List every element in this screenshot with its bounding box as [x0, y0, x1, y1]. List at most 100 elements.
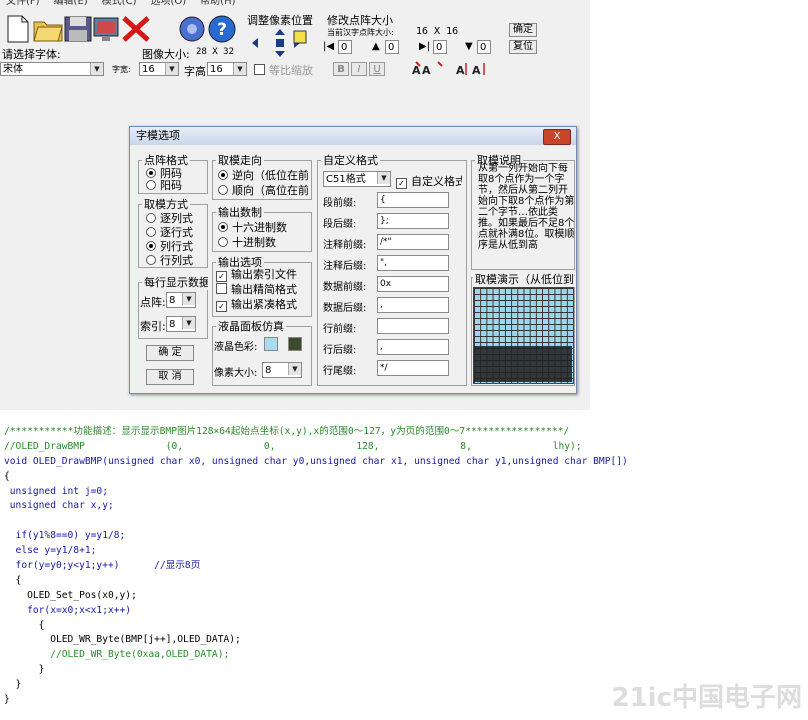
spin-up-input[interactable]: 0	[385, 40, 399, 54]
demo-title: 取模演示（从低位到高位）	[473, 271, 575, 287]
svg-text:A: A	[472, 64, 481, 77]
dot-count-select[interactable]: 8 ▼	[166, 292, 196, 308]
spin-down-icon[interactable]: ▼	[465, 41, 473, 52]
code-line: }	[4, 694, 10, 706]
output-compact-checkbox[interactable]: ✓ 输出紧凑格式	[216, 296, 308, 312]
scan-mode-row-column[interactable]: 行列式	[146, 252, 193, 268]
code-line: unsigned int j=0;	[4, 485, 108, 497]
image-size-label: 图像大小:	[142, 48, 190, 61]
bold-button[interactable]: B	[333, 62, 349, 76]
proportional-checkbox[interactable]: 等比缩放	[254, 62, 313, 78]
settings-icon[interactable]	[176, 14, 208, 44]
field-label-line-end: 行尾缀:	[323, 366, 357, 377]
svg-text:A: A	[456, 64, 465, 77]
help-icon[interactable]: ?	[206, 14, 238, 44]
spin-down-input[interactable]: 0	[477, 40, 491, 54]
spin-up-icon[interactable]: ▲	[372, 41, 380, 52]
field-input-line-prefix[interactable]	[377, 318, 449, 334]
format-select[interactable]: C51格式 ▼	[323, 171, 391, 187]
pixel-size-select[interactable]: 8 ▼	[262, 362, 302, 378]
code-line: OLED_WR_Byte(BMP[j++],OLED_DATA);	[4, 634, 241, 646]
number-sys-dec[interactable]: 十进制数	[218, 234, 276, 250]
italic-button[interactable]: I	[351, 62, 367, 76]
current-grid-label: 当前汉字点阵大小:	[327, 28, 394, 37]
dialog-titlebar: 字模选项 X	[130, 127, 576, 145]
field-label-cmt-suffix: 注释后缀:	[323, 261, 367, 272]
code-line: {	[4, 619, 45, 631]
delete-icon[interactable]	[120, 14, 152, 44]
index-count-select[interactable]: 8 ▼	[166, 316, 196, 332]
menu-mode[interactable]: 模式(C)	[102, 0, 137, 9]
field-input-cmt-suffix[interactable]: ",	[377, 255, 449, 271]
code-line: for(x=x0;x<x1;x++)	[4, 604, 132, 616]
code-line: }	[4, 679, 22, 691]
modify-grid-label: 修改点阵大小	[327, 14, 393, 27]
code-line: void OLED_DrawBMP(unsigned char x0, unsi…	[4, 455, 628, 467]
number-sys-hex[interactable]: 十六进制数	[218, 219, 287, 235]
font-label: 请选择字体:	[2, 48, 61, 61]
dot-format-option-positive[interactable]: 阳码	[146, 177, 182, 193]
underline-button[interactable]: U	[369, 62, 385, 76]
field-input-line-suffix[interactable]: ,	[377, 339, 449, 355]
svg-text:A: A	[422, 64, 431, 77]
spin-left-icon[interactable]: |◀	[323, 41, 334, 52]
font-select[interactable]: 宋体 ▼	[0, 62, 104, 76]
custom-format-title: 自定义格式	[321, 152, 380, 168]
cancel-button[interactable]: 取 消	[146, 369, 194, 385]
field-label-seg-prefix: 段前缀:	[323, 198, 357, 209]
field-input-cmt-prefix[interactable]: /*"	[377, 234, 449, 250]
lcd-color-light[interactable]	[264, 337, 278, 351]
grid-reset-button[interactable]: 复位	[509, 40, 537, 54]
spin-left-input[interactable]: 0	[338, 40, 352, 54]
menu-file[interactable]: 文件(F)	[6, 0, 40, 9]
code-line: /***********功能描述：显示显示BMP图片128×64起始点坐标(x,…	[4, 426, 570, 437]
code-line: {	[4, 574, 22, 586]
field-input-data-suffix[interactable]: ,	[377, 297, 449, 313]
code-line: }	[4, 664, 45, 676]
app-window: 文件(F) 编辑(E) 模式(C) 选项(O) 帮助(H) ? 请选择字体: 宋…	[0, 0, 590, 410]
close-icon[interactable]: X	[543, 129, 571, 145]
field-input-seg-suffix[interactable]: };	[377, 213, 449, 229]
code-line: for(y=y0;y<y1;y++) //显示8页	[4, 560, 201, 572]
save-icon[interactable]	[62, 14, 94, 44]
field-input-seg-prefix[interactable]: {	[377, 192, 449, 208]
output-index-checkbox[interactable]: ✓ 输出索引文件	[216, 266, 308, 282]
direction-reverse[interactable]: 逆向（低位在前）	[218, 167, 308, 183]
code-line: else y=y1/8+1;	[4, 545, 97, 557]
height-label: 字高	[184, 65, 206, 78]
code-line: if(y1%8==0) y=y1/8;	[4, 530, 126, 542]
menu-edit[interactable]: 编辑(E)	[54, 0, 88, 9]
adjust-pos-label: 调整像素位置	[247, 14, 313, 27]
height-select[interactable]: 16 ▼	[207, 62, 247, 76]
lcd-color-dark[interactable]	[288, 337, 302, 351]
grid-confirm-button[interactable]: 确定	[509, 23, 537, 37]
image-size-value: 28 X 32	[196, 47, 234, 57]
lcd-color-label: 液晶色彩:	[214, 342, 258, 353]
explain-text: 从第一列开始向下每取8个点作为一个字节，然后从第二列开始向下取8个点作为第二个字…	[478, 163, 575, 251]
open-folder-icon[interactable]	[32, 14, 64, 44]
field-label-line-prefix: 行前缀:	[323, 324, 357, 335]
code-line: //OLED_DrawBMP (0, 0, 128, 8, lhy);	[4, 440, 582, 452]
per-line-title: 每行显示数据	[142, 274, 208, 290]
pixel-size-label: 像素大小:	[214, 368, 258, 379]
width-select[interactable]: 16 ▼	[139, 62, 179, 76]
direction-title: 取模走向	[216, 152, 264, 168]
confirm-button[interactable]: 确 定	[146, 345, 194, 361]
width-label: 字宽:	[112, 65, 131, 74]
menu-options[interactable]: 选项(O)	[150, 0, 186, 9]
field-input-data-prefix[interactable]: 0x	[377, 276, 449, 292]
spin-right-input[interactable]: 0	[433, 40, 447, 54]
output-simple-checkbox[interactable]: 输出精简格式	[216, 281, 308, 297]
font-options-dialog: 字模选项 X 点阵格式 阴码 阳码 取模方式 逐列式 逐行式 列行式 行列式 每…	[129, 126, 577, 394]
dialog-title: 字模选项	[136, 129, 180, 142]
menu-help[interactable]: 帮助(H)	[200, 0, 235, 9]
transform-tools-icon[interactable]: A A A A	[410, 60, 492, 78]
pixel-arrows-icon[interactable]	[250, 27, 310, 59]
field-input-line-end[interactable]: */	[377, 360, 449, 376]
menu-bar: 文件(F) 编辑(E) 模式(C) 选项(O) 帮助(H)	[0, 0, 590, 12]
direction-forward[interactable]: 顺向（高位在前）	[218, 182, 308, 198]
custom-format-checkbox[interactable]: ✓ 自定义格式	[396, 173, 462, 189]
spin-right-icon[interactable]: ▶|	[419, 41, 430, 52]
new-file-icon[interactable]	[2, 14, 34, 44]
watermark: 21ic中国电子网	[611, 683, 802, 713]
